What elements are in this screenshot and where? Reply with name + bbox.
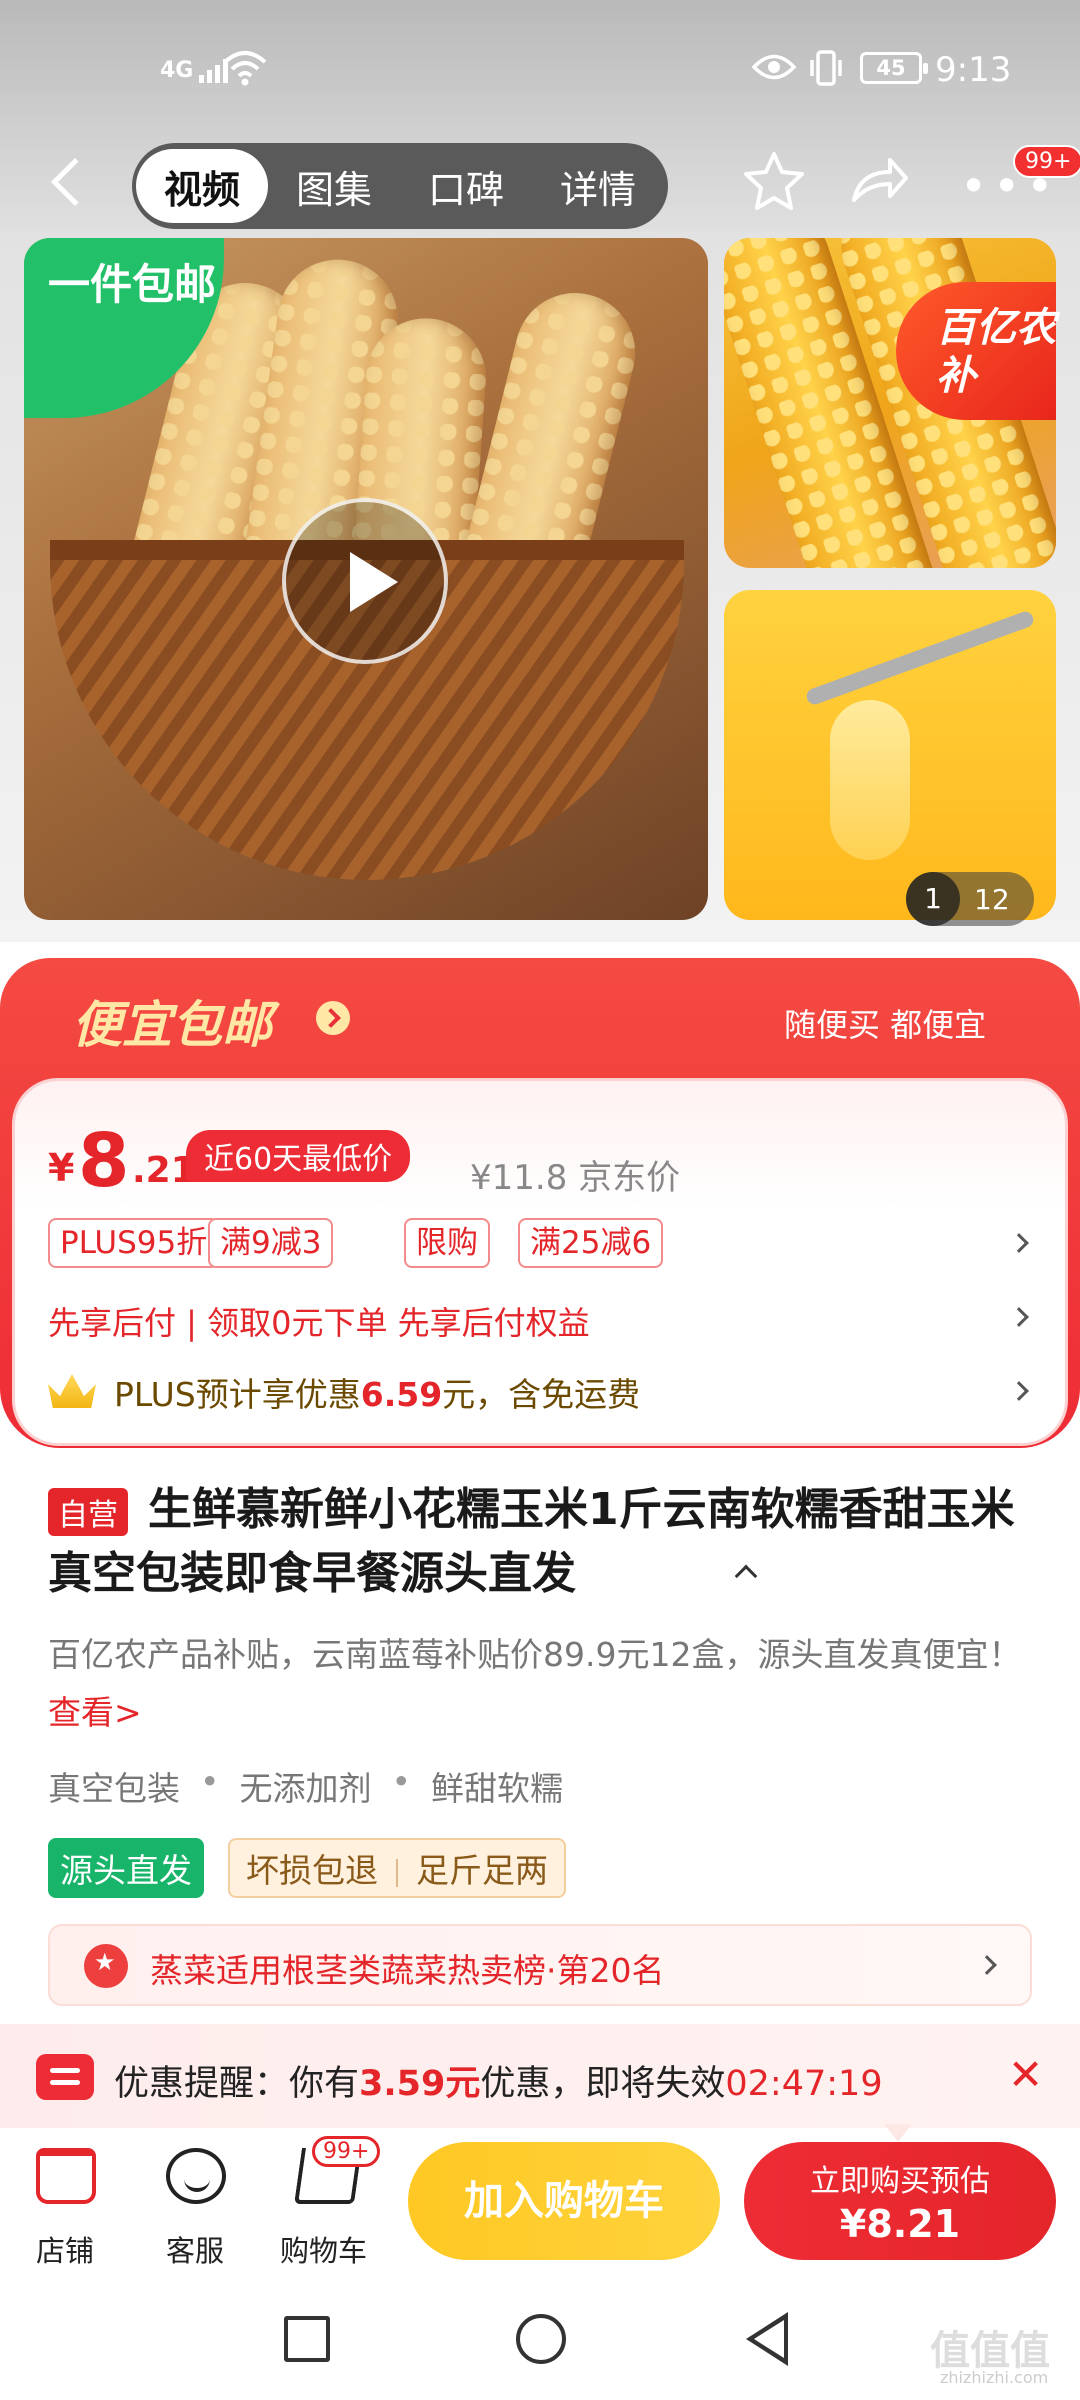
watermark-url: zhizhizhi.com [940, 2368, 1049, 2387]
add-to-cart-button[interactable]: 加入购物车 [408, 2142, 720, 2260]
vibrate-icon [810, 50, 842, 86]
attribute-list: 真空包装 • 无添加剂 • 鲜甜软糯 [48, 1762, 563, 1810]
plus-discount-amount: 6.59 [360, 1375, 443, 1414]
favorite-star-icon[interactable] [742, 150, 806, 212]
counter-total: 12 [974, 882, 1010, 916]
cart-label[interactable]: 购物车 [280, 2228, 367, 2270]
clock: 9:13 [935, 50, 1012, 90]
attribute-item: 真空包装 [48, 1769, 180, 1808]
tab-reviews[interactable]: 口碑 [400, 149, 532, 223]
system-back-icon[interactable] [746, 2312, 788, 2366]
buy-now-label: 立即购买预估 [810, 2164, 990, 2199]
ranking-medal-icon [84, 1944, 128, 1988]
reminder-prefix: 优惠提醒：你有 [114, 2064, 360, 2104]
customer-service-icon[interactable] [166, 2148, 226, 2204]
attribute-item: 无添加剂 [239, 1769, 372, 1808]
promo-title[interactable]: 便宜包邮 [72, 985, 272, 1057]
network-type: 4G [160, 57, 194, 83]
original-price: ¥11.8 京东价 [470, 1158, 681, 1198]
message-badge: 99+ [1013, 145, 1080, 178]
home-icon[interactable] [516, 2314, 566, 2364]
eye-comfort-icon [752, 54, 796, 80]
buy-now-price: ¥8.21 [839, 2202, 961, 2246]
coupon-chip[interactable]: 满9减3 [208, 1218, 334, 1268]
dot-separator: • [391, 1762, 411, 1801]
tab-details[interactable]: 详情 [532, 149, 664, 223]
service-tags[interactable]: 坏损包退 足斤足两 [228, 1838, 566, 1898]
reminder-countdown: 02:47:19 [725, 2064, 883, 2104]
view-more-link[interactable]: 查看> [48, 1693, 142, 1732]
pay-later-row[interactable]: 先享后付 | 领取0元下单 先享后付权益 [48, 1298, 590, 1344]
corn-kernels-image [830, 700, 910, 860]
coupon-chip[interactable]: 限购 [404, 1218, 490, 1268]
shop-icon[interactable] [36, 2148, 96, 2204]
chevron-right-icon[interactable] [316, 1001, 350, 1035]
coupon-chip[interactable]: PLUS95折 [48, 1218, 220, 1268]
coupon-chip[interactable]: 满25减6 [518, 1218, 664, 1268]
service-tag: 坏损包退 [246, 1851, 378, 1890]
reminder-middle: 优惠，即将失效 [480, 2064, 726, 2104]
service-label[interactable]: 客服 [166, 2228, 224, 2270]
attribute-item: 鲜甜软糯 [430, 1769, 563, 1808]
lowest-price-tag: 近60天最低价 [186, 1130, 411, 1182]
price-integer: 8 [78, 1118, 130, 1204]
shop-label[interactable]: 店铺 [36, 2228, 94, 2270]
signal-indicator: 4G [160, 45, 231, 95]
coupon-reminder-text: 优惠提醒：你有3.59元优惠，即将失效02:47:19 [114, 2055, 883, 2106]
agri-subsidy-badge: 百亿农补 [896, 282, 1056, 420]
reminder-amount: 3.59元 [359, 2064, 481, 2104]
cart-count-badge: 99+ [312, 2136, 381, 2167]
recent-apps-icon[interactable] [284, 2316, 330, 2362]
coupon-icon [36, 2054, 94, 2100]
battery-icon: 45 [860, 52, 928, 84]
tab-video[interactable]: 视频 [136, 149, 268, 223]
plus-discount-suffix: 元，含免运费 [442, 1375, 641, 1414]
description-text: 百亿农产品补贴，云南蓝莓补贴价89.9元12盒，源头直发真便宜！ [48, 1635, 1022, 1674]
share-icon[interactable] [850, 154, 910, 204]
tab-gallery[interactable]: 图集 [268, 149, 400, 223]
image-counter: 1 12 [906, 872, 1034, 926]
wifi-icon [223, 51, 267, 86]
source-direct-tag: 源头直发 [48, 1838, 204, 1898]
counter-current: 1 [906, 872, 960, 926]
plus-discount-label: PLUS预计享优惠 [114, 1375, 361, 1414]
media-tabs: 视频 图集 口碑 详情 [132, 143, 668, 229]
tag-divider [396, 1858, 398, 1887]
play-button-icon[interactable] [282, 498, 448, 664]
more-menu-icon[interactable]: ••• [960, 163, 1059, 209]
buy-pointer [884, 2124, 912, 2142]
dot-separator: • [200, 1762, 220, 1801]
product-description: 百亿农产品补贴，云南蓝莓补贴价89.9元12盒，源头直发真便宜！ 查看> [48, 1626, 1038, 1742]
self-operated-tag: 自营 [48, 1488, 128, 1536]
currency-symbol: ¥ [48, 1146, 75, 1190]
buy-now-button[interactable]: 立即购买预估 ¥8.21 [744, 2142, 1056, 2260]
promo-subtitle: 随便买 都便宜 [784, 1006, 987, 1044]
plus-discount-row[interactable]: PLUS预计享优惠6.59元，含免运费 [114, 1368, 640, 1416]
close-icon[interactable]: ✕ [1008, 2050, 1043, 2099]
product-title: 生鲜慕新鲜小花糯玉米1斤云南软糯香甜玉米真空包装即食早餐源头直发 [48, 1484, 1015, 1599]
service-tag: 足斤足两 [416, 1851, 548, 1890]
ranking-text: 蒸菜适用根茎类蔬菜热卖榜·第20名 [150, 1951, 665, 1990]
